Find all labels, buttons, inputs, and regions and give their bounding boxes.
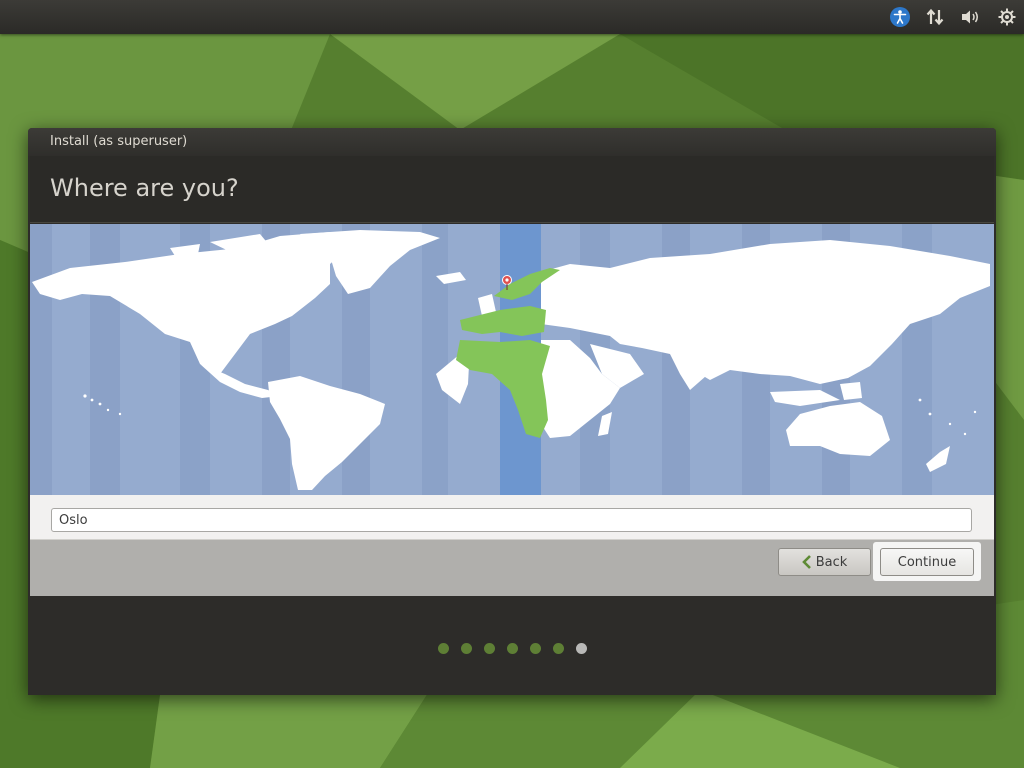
- page-header: Where are you?: [30, 156, 994, 223]
- page-title: Where are you?: [50, 174, 239, 202]
- volume-icon[interactable]: [958, 5, 984, 29]
- location-input[interactable]: [51, 508, 972, 532]
- window-title: Install (as superuser): [50, 134, 188, 149]
- progress-dot: [553, 643, 564, 654]
- installer-footer: [30, 596, 994, 695]
- network-icon[interactable]: [922, 5, 948, 29]
- location-entry-area: [30, 495, 994, 539]
- chevron-left-icon: [801, 555, 812, 569]
- button-bar: Back Continue: [30, 539, 994, 597]
- progress-dot: [461, 643, 472, 654]
- progress-dot: [530, 643, 541, 654]
- progress-dot-active: [576, 643, 587, 654]
- progress-dot: [438, 643, 449, 654]
- back-button-label: Back: [815, 554, 848, 570]
- progress-dot: [507, 643, 518, 654]
- progress-dot: [484, 643, 495, 654]
- window-titlebar[interactable]: Install (as superuser): [28, 128, 996, 156]
- settings-icon[interactable]: [994, 5, 1020, 29]
- progress-indicator: [438, 643, 587, 655]
- timezone-map[interactable]: [30, 224, 994, 495]
- installer-window: Install (as superuser) Where are you? Os…: [28, 128, 996, 695]
- back-button[interactable]: Back: [778, 548, 871, 576]
- accessibility-icon[interactable]: [887, 5, 913, 29]
- continue-button-label: Continue: [897, 554, 957, 570]
- continue-button[interactable]: Continue: [880, 548, 974, 576]
- top-panel: [0, 0, 1024, 34]
